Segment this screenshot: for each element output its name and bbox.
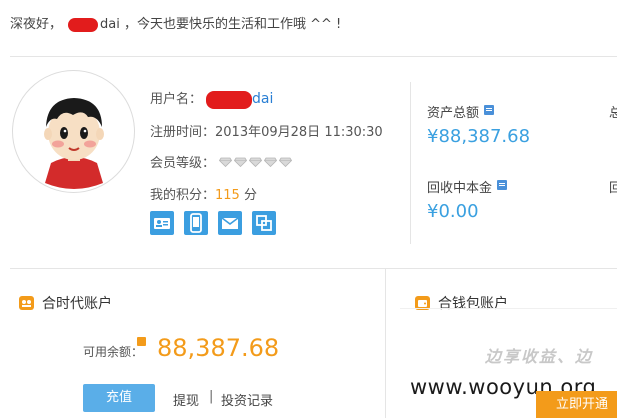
- account-icon: [19, 296, 34, 310]
- id-card-icon[interactable]: [150, 211, 174, 235]
- diamond-icon: [249, 157, 263, 167]
- greeting-text: 深夜好， dai ，今天也要快乐的生活和工作哦 ^^ !: [10, 13, 341, 32]
- profile-divider: [410, 82, 411, 244]
- username-value: dai: [252, 91, 274, 107]
- info-icon[interactable]: [497, 180, 508, 190]
- link-separator: |: [209, 389, 214, 404]
- info-icon[interactable]: [484, 105, 495, 115]
- wallet-account-title: 合钱包账户: [415, 293, 508, 313]
- wallet-account-title-text: 合钱包账户: [438, 296, 508, 312]
- recharge-button[interactable]: 充值: [83, 384, 155, 412]
- heshidai-account-title-text: 合时代账户: [42, 296, 112, 312]
- register-time-value: 2013年09月28日 11:30:30: [215, 125, 383, 140]
- header-divider: [10, 56, 617, 57]
- total-assets-label-text: 资产总额: [427, 106, 480, 121]
- greeting-prefix: 深夜好，: [10, 17, 63, 32]
- username-row: 用户名： dai: [150, 88, 273, 109]
- info-icon[interactable]: [137, 337, 146, 346]
- member-level-label: 会员等级：: [150, 156, 216, 171]
- points-value: 115: [215, 188, 240, 203]
- redacted-username-mark: [206, 90, 253, 109]
- receivable-principal-value: ¥0.00: [427, 201, 479, 222]
- section-divider: [10, 268, 617, 269]
- bank-card-icon[interactable]: [252, 211, 276, 235]
- cut-off-label: 回: [609, 181, 617, 196]
- diamond-icon: [264, 157, 278, 167]
- username-label: 用户名：: [150, 92, 203, 107]
- cut-off-label: 总: [609, 106, 617, 121]
- points-unit: 分: [243, 188, 257, 203]
- heshidai-account-title: 合时代账户: [19, 293, 112, 313]
- avatar[interactable]: [12, 70, 135, 193]
- mobile-icon[interactable]: [184, 211, 208, 235]
- available-balance-value: 88,387.68: [157, 334, 280, 362]
- investment-records-link[interactable]: 投资记录: [221, 390, 273, 409]
- member-level-row: 会员等级：: [150, 152, 294, 171]
- points-row: 我的积分：115 分: [150, 184, 257, 203]
- withdraw-link[interactable]: 提现: [173, 390, 199, 409]
- greeting-message: ，今天也要快乐的生活和工作哦 ^^ !: [124, 17, 342, 32]
- register-time-row: 注册时间：2013年09月28日 11:30:30: [150, 121, 383, 140]
- wallet-divider: [400, 308, 617, 309]
- diamond-icon: [234, 157, 248, 167]
- panel-divider: [385, 268, 386, 418]
- greeting-name: dai: [100, 17, 120, 32]
- receivable-principal-label: 回收中本金: [427, 177, 508, 196]
- member-level-diamonds: [219, 156, 294, 171]
- points-label: 我的积分：: [150, 188, 216, 203]
- open-now-button[interactable]: 立即开通: [536, 391, 617, 418]
- total-assets-label: 资产总额: [427, 102, 495, 121]
- diamond-icon: [219, 157, 233, 167]
- total-assets-value: ¥88,387.68: [427, 126, 531, 147]
- avatar-cartoon-icon: [44, 98, 104, 189]
- wallet-slogan: 边享收益、边: [485, 347, 594, 366]
- mail-icon[interactable]: [218, 211, 242, 235]
- receivable-principal-label-text: 回收中本金: [427, 181, 493, 196]
- redacted-username-mark: [68, 17, 99, 32]
- diamond-icon: [279, 157, 293, 167]
- register-time-label: 注册时间：: [150, 125, 216, 140]
- available-balance-label: 可用余额：: [83, 345, 144, 359]
